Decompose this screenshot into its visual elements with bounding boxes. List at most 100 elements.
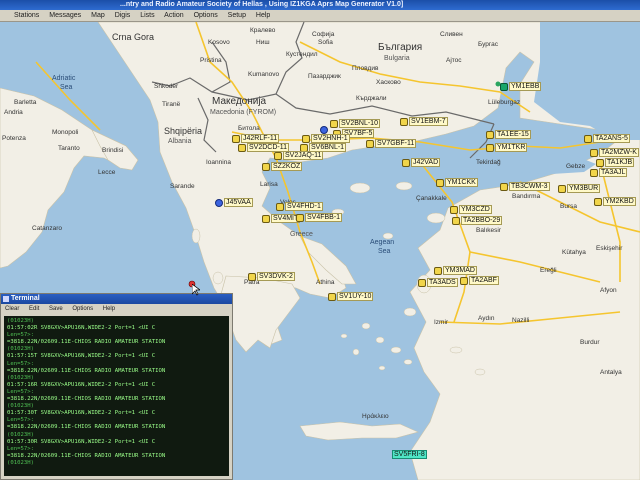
station-ta3ajl[interactable]: TA3AJL: [590, 168, 628, 177]
station-symbol-icon: [500, 82, 508, 91]
svg-text:Sofia: Sofia: [318, 39, 333, 46]
mouse-cursor-icon: [192, 284, 200, 296]
station-sz2koz[interactable]: SZ2KOZ: [262, 162, 303, 171]
station-tb3cwm-3[interactable]: TB3CWM-3: [500, 182, 550, 191]
station-ta2ans-5[interactable]: TA2ANS-5: [584, 134, 630, 143]
station-sv4fbb-1[interactable]: SV4FBB-1: [296, 213, 343, 222]
terminal-output[interactable]: (01023H) 01:57:02R SV8GXV>APU16N,WIDE2-2…: [4, 316, 229, 476]
menu-setup[interactable]: Setup: [228, 12, 246, 19]
station-sv4mit[interactable]: SV4MIT: [262, 214, 301, 223]
country-label-bulgaria-native: България: [378, 42, 422, 53]
svg-text:Balıkesir: Balıkesir: [476, 227, 502, 234]
svg-text:Битола: Битола: [238, 125, 260, 132]
station-ym2kbd[interactable]: YM2KBD: [594, 197, 636, 206]
station-j45vaa[interactable]: J45VAA: [215, 198, 253, 207]
station-ym3bur[interactable]: YM3BUR: [558, 184, 601, 193]
terminal-line: (01023H): [7, 346, 34, 353]
terminal-line: =3818.22N/02609.11E-CHIOS RADIO AMATEUR …: [7, 339, 166, 346]
station-symbol-icon: [500, 182, 508, 191]
station-bottom[interactable]: SV5FRI-8: [392, 450, 427, 459]
station-sv3dvk-2[interactable]: SV3DVK-2: [248, 272, 295, 281]
terminal-line: (01023H): [7, 459, 34, 466]
station-sv4fhd-1[interactable]: SV4FHD-1: [276, 202, 323, 211]
station-ym1ckk[interactable]: YM1CKK: [436, 178, 478, 187]
menu-messages[interactable]: Messages: [49, 12, 81, 19]
station-ta2abf[interactable]: TA2ABF: [460, 276, 499, 285]
menu-digis[interactable]: Digis: [115, 12, 131, 19]
svg-text:Burdur: Burdur: [580, 339, 600, 346]
terminal-line: (01023H): [7, 403, 34, 410]
svg-text:Пазарджик: Пазарджик: [308, 73, 341, 80]
svg-text:Nazilli: Nazilli: [512, 317, 529, 324]
station-sv7gbf-11[interactable]: SV7GBF-11: [366, 139, 417, 148]
station-symbol-icon: [232, 134, 240, 143]
station-ym1ebb[interactable]: YM1EBB: [500, 82, 542, 91]
svg-text:Gebze: Gebze: [566, 163, 586, 170]
svg-text:Eskişehir: Eskişehir: [596, 245, 623, 252]
svg-text:Tiranë: Tiranë: [162, 101, 181, 108]
svg-text:Кралево: Кралево: [250, 27, 276, 34]
station-ta1ee-15[interactable]: TA1EE-15: [486, 130, 531, 139]
svg-text:Bandırma: Bandırma: [512, 193, 541, 200]
terminal-menu-save[interactable]: Save: [49, 306, 63, 312]
terminal-line: Len=57>:: [7, 360, 34, 367]
station-symbol-icon: [320, 126, 328, 135]
station-sv1ebm-7[interactable]: SV1EBM-7: [400, 117, 448, 126]
menu-options[interactable]: Options: [194, 12, 218, 19]
station-sv1uy-10[interactable]: SV1UY-10: [328, 292, 374, 301]
station-sv2bnl-10[interactable]: SV2BNL-10: [330, 119, 380, 128]
svg-text:Сливен: Сливен: [440, 31, 463, 38]
country-label-bulgaria: Bulgaria: [384, 55, 410, 62]
station-ta1kjb[interactable]: TA1KJB: [596, 158, 635, 167]
svg-text:Aydın: Aydın: [478, 315, 495, 322]
station-symbol-icon: [276, 202, 284, 211]
menu-lists[interactable]: Lists: [140, 12, 154, 19]
station-ym3mad[interactable]: YM3MAD: [434, 266, 477, 275]
station-symbol-icon: [302, 134, 310, 143]
svg-text:Larisa: Larisa: [260, 181, 278, 188]
svg-text:Antalya: Antalya: [600, 369, 622, 376]
station-ta3ads[interactable]: TA3ADS: [418, 278, 458, 287]
station-ta2mzw[interactable]: TA2MZW-K: [590, 148, 639, 157]
station-symbol-icon: [450, 205, 458, 214]
terminal-window[interactable]: Terminal Clear Edit Save Options Help (0…: [0, 293, 233, 480]
station-symbol-icon: [594, 197, 602, 206]
station-symbol-icon: [262, 214, 270, 223]
terminal-menu-edit[interactable]: Edit: [29, 306, 39, 312]
svg-text:Pristina: Pristina: [200, 57, 222, 64]
menu-map[interactable]: Map: [91, 12, 105, 19]
svg-text:Ereğli: Ereğli: [540, 267, 557, 274]
terminal-menu-help[interactable]: Help: [103, 306, 115, 312]
terminal-line: Len=57>:: [7, 445, 34, 452]
svg-text:Athina: Athina: [316, 279, 335, 286]
terminal-menu-options[interactable]: Options: [72, 306, 93, 312]
station-symbol-icon: [436, 178, 444, 187]
terminal-line: Len=57>:: [7, 417, 34, 424]
svg-text:Пловдив: Пловдив: [352, 65, 379, 72]
sea-label-adriatic-2: Sea: [60, 84, 73, 91]
station-symbol-icon: [238, 143, 246, 152]
menu-help[interactable]: Help: [256, 12, 270, 19]
station-ta2bbo-29[interactable]: TA2BBO-29: [452, 216, 503, 225]
station-j42rlf-11[interactable]: J42RLF-11: [232, 134, 280, 143]
station-symbol-icon: [460, 276, 468, 285]
terminal-line: (01023H): [7, 431, 34, 438]
station-symbol-icon: [558, 184, 566, 193]
country-label-macedonia: Macedonia (FYROM): [210, 109, 276, 116]
svg-text:Кустендил: Кустендил: [286, 51, 318, 58]
station-sv2jaq-11[interactable]: SV2JAQ-11: [274, 151, 324, 160]
terminal-menu-clear[interactable]: Clear: [5, 306, 19, 312]
screen: ...ntry and Radio Amateur Society of Hel…: [0, 0, 640, 480]
station-sv2hnh-1[interactable]: SV2HNH-1: [302, 134, 350, 143]
terminal-line: 01:57:30R SV8GXV>APU16N,WIDE2-2 Port=1 <…: [7, 438, 156, 445]
menu-stations[interactable]: Stations: [14, 12, 39, 19]
svg-text:Afyon: Afyon: [600, 287, 617, 294]
station-ym1tkr[interactable]: YM1TKR: [486, 143, 528, 152]
station-j42vad[interactable]: J42VAD: [402, 158, 441, 167]
station-symbol-icon: [328, 292, 336, 301]
svg-text:Kosovo: Kosovo: [208, 39, 230, 46]
svg-text:Kütahya: Kütahya: [562, 249, 586, 256]
station-ym3czd[interactable]: YM3CZD: [450, 205, 492, 214]
terminal-line: 01:57:30T SV8GXV>APU16N,WIDE2-2 Port=1 <…: [7, 410, 156, 417]
menu-action[interactable]: Action: [164, 12, 183, 19]
